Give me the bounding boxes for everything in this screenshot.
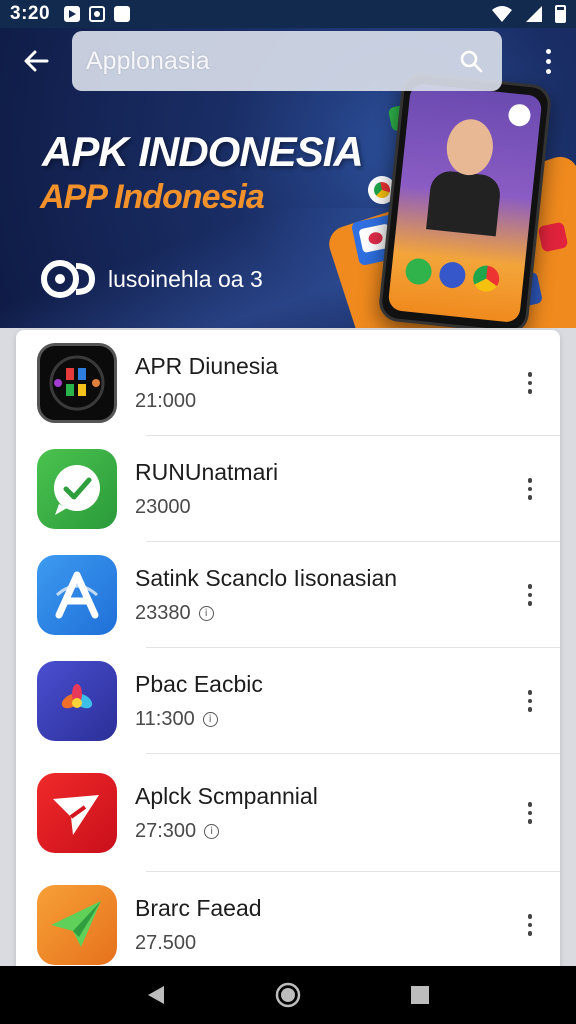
search-button[interactable] (454, 44, 488, 78)
item-overflow-button[interactable] (518, 905, 542, 945)
arrow-back-icon (24, 50, 49, 72)
hero-banner: Applonasia APK INDONESIA APP Indonesia l… (0, 28, 576, 328)
list-item[interactable]: RUNUnatmari 23000 (16, 436, 560, 542)
gallery-notification-icon (89, 6, 106, 22)
list-item[interactable]: APR Diunesia 21:000 (16, 330, 560, 436)
item-overflow-button[interactable] (518, 363, 542, 403)
signal-icon (526, 6, 542, 22)
banner-subtitle: APP Indonesia (40, 178, 265, 216)
brand-text: lusoinehla oa 3 (108, 265, 263, 292)
app-count: 11:300 (135, 708, 195, 730)
item-overflow-button[interactable] (518, 575, 542, 615)
search-input[interactable]: Applonasia (72, 31, 502, 91)
floating-red-icon (537, 221, 569, 253)
app-count: 21:000 (135, 390, 197, 412)
app-name: APR Diunesia (135, 353, 279, 379)
app-count: 27:300 (135, 820, 197, 842)
nav-recents-button[interactable] (400, 975, 440, 1015)
app-count: 23000 (135, 496, 191, 518)
search-query: Applonasia (86, 46, 210, 75)
message-notification-icon (114, 6, 131, 22)
play-store-notification-icon (64, 6, 81, 22)
orange-paper-plane-icon (37, 885, 117, 965)
phone-illustration (377, 70, 553, 328)
list-item[interactable]: Aplck Scmpannial 27:300 i (16, 754, 560, 872)
app-name: Pbac Eacbic (135, 671, 263, 697)
search-icon (460, 50, 483, 73)
brand-logo-icon (40, 258, 98, 300)
wifi-icon (492, 6, 512, 22)
app-name: Satink Scanclo Iisonasian (135, 565, 398, 591)
app-name: Aplck Scmpannial (135, 783, 318, 809)
brand-row: lusoinehla oa 3 (40, 258, 263, 300)
overflow-menu-button[interactable] (538, 41, 558, 81)
nav-back-button[interactable] (136, 975, 176, 1015)
app-count: 23380 (135, 602, 191, 624)
app-name: Brarc Faead (135, 895, 262, 921)
app-list: APR Diunesia 21:000 RUNUnatmari 23000 Sa… (16, 330, 560, 970)
item-overflow-button[interactable] (518, 469, 542, 509)
square-recents-icon (411, 986, 429, 1004)
status-bar: 3:20 (0, 0, 576, 28)
list-item[interactable]: Brarc Faead 27.500 (16, 872, 560, 970)
circle-home-icon (275, 982, 301, 1008)
info-icon: i (204, 824, 220, 839)
dark-dial-icon (37, 343, 117, 423)
red-plane-icon (37, 773, 117, 853)
banner-title: APK INDONESIA (42, 128, 364, 175)
back-button[interactable] (10, 35, 62, 87)
battery-icon (555, 5, 566, 23)
item-overflow-button[interactable] (518, 681, 542, 721)
person-illustration (425, 108, 507, 243)
app-count: 27.500 (135, 932, 197, 954)
blue-a-icon (37, 555, 117, 635)
green-chat-icon (37, 449, 117, 529)
info-icon: i (202, 712, 218, 727)
info-icon: i (198, 606, 214, 621)
top-app-bar: Applonasia (0, 30, 576, 92)
status-time: 3:20 (10, 3, 51, 24)
indigo-flower-icon (37, 661, 117, 741)
triangle-back-icon (148, 986, 164, 1004)
list-item[interactable]: Pbac Eacbic 11:300 i (16, 648, 560, 754)
list-item[interactable]: Satink Scanclo Iisonasian 23380 i (16, 542, 560, 648)
app-name: RUNUnatmari (135, 459, 279, 485)
nav-home-button[interactable] (268, 975, 308, 1015)
system-navigation-bar (0, 966, 576, 1024)
item-overflow-button[interactable] (518, 793, 542, 833)
